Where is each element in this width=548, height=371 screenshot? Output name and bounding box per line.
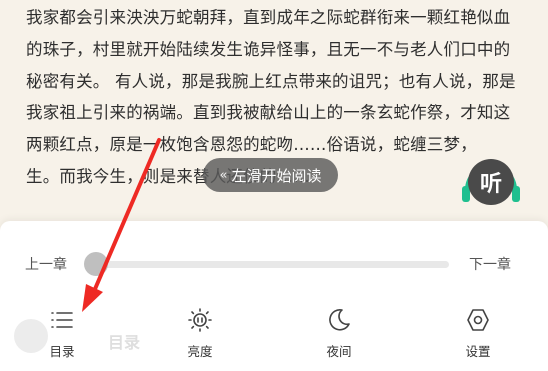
double-chevron-left-icon: «	[219, 167, 228, 183]
menu-label: 亮度	[187, 344, 213, 359]
menu-label: 目录	[49, 344, 75, 359]
text-line: 我家祖上引来的祸端。直到我被献给山上的一条玄蛇作祭，才知这	[26, 103, 511, 123]
bottom-menu-panel: 上一章 下一章 目录 目录 亮度 夜间 设置	[0, 221, 548, 371]
text-line: 秘密有关。 有人说，那是我腕上红点带来的诅咒；也有人说，那是	[26, 71, 516, 91]
menu-item-catalog[interactable]: 目录	[27, 307, 97, 363]
menu-label: 夜间	[326, 344, 352, 359]
text-line: 的珠子，村里就开始陆续发生诡异怪事，且无一不与老人们口中的	[26, 39, 511, 59]
swipe-hint-toast: « 左滑开始阅读	[203, 158, 338, 192]
brightness-icon	[188, 308, 212, 332]
next-chapter-button[interactable]: 下一章	[469, 254, 511, 274]
listen-label: 听	[468, 159, 514, 205]
menu-item-night-mode[interactable]: 夜间	[304, 307, 374, 363]
chapter-progress-thumb[interactable]	[84, 252, 108, 276]
toast-text: 左滑开始阅读	[231, 166, 322, 185]
hexagon-settings-icon	[467, 309, 489, 331]
menu-label: 设置	[465, 344, 491, 359]
menu-item-brightness[interactable]: 亮度	[165, 307, 235, 363]
chapter-navigation: 上一章 下一章	[0, 251, 548, 277]
chapter-progress-track[interactable]	[85, 261, 449, 268]
listen-button[interactable]: 听	[459, 150, 523, 214]
bottom-menu: 目录 亮度 夜间 设置	[0, 307, 548, 367]
menu-item-settings[interactable]: 设置	[443, 307, 513, 363]
moon-icon	[329, 308, 350, 331]
text-line: 我家都会引来泱泱万蛇朝拜，直到成年之际蛇群衔来一颗红艳似血	[26, 8, 511, 27]
list-icon	[51, 312, 73, 328]
prev-chapter-button[interactable]: 上一章	[25, 254, 67, 274]
